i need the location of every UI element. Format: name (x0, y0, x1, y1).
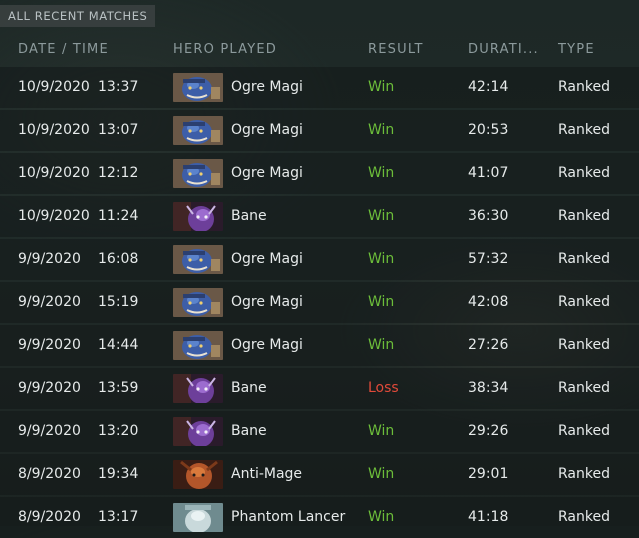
match-row[interactable]: 8/9/2020 19:34 Anti-Mage Win 29:01 Ranked (0, 454, 639, 495)
match-result: Win (368, 337, 395, 353)
match-type: Ranked (558, 509, 610, 525)
match-duration: 20:53 (468, 122, 509, 138)
match-row[interactable]: 10/9/2020 13:07 Ogre Magi Win 20:53 Ranked (0, 110, 639, 151)
match-row[interactable]: 9/9/2020 15:19 Ogre Magi Win 42:08 Ranked (0, 282, 639, 323)
match-type: Ranked (558, 208, 610, 224)
match-date: 10/9/2020 (18, 122, 90, 138)
bane-portrait-icon (173, 417, 223, 446)
match-type: Ranked (558, 423, 610, 439)
match-row[interactable]: 10/9/2020 12:12 Ogre Magi Win 41:07 Ranked (0, 153, 639, 194)
match-duration: 29:26 (468, 423, 509, 439)
match-date: 9/9/2020 (18, 294, 81, 310)
match-duration: 36:30 (468, 208, 509, 224)
match-date: 9/9/2020 (18, 423, 81, 439)
bane-portrait-icon (173, 202, 223, 231)
column-header-result[interactable]: RESULT (368, 42, 424, 57)
hero-name: Ogre Magi (231, 294, 303, 310)
hero-name: Bane (231, 380, 267, 396)
match-time: 16:08 (98, 251, 139, 267)
match-row[interactable]: 9/9/2020 13:59 Bane Loss 38:34 Ranked (0, 368, 639, 409)
hero-name: Ogre Magi (231, 251, 303, 267)
match-duration: 42:14 (468, 79, 509, 95)
match-type: Ranked (558, 337, 610, 353)
match-row[interactable]: 8/9/2020 13:17 Phantom Lancer Win 41:18 Ranke… (0, 497, 639, 538)
match-date: 10/9/2020 (18, 79, 90, 95)
column-header-duration[interactable]: DURATI... (468, 42, 539, 57)
match-result: Win (368, 79, 395, 95)
match-time: 19:34 (98, 466, 139, 482)
match-result: Win (368, 165, 395, 181)
match-row[interactable]: 9/9/2020 16:08 Ogre Magi Win 57:32 Ranked (0, 239, 639, 280)
ogre-magi-portrait-icon (173, 331, 223, 360)
match-type: Ranked (558, 165, 610, 181)
ogre-magi-portrait-icon (173, 73, 223, 102)
match-date: 9/9/2020 (18, 337, 81, 353)
match-result: Win (368, 122, 395, 138)
ogre-magi-portrait-icon (173, 245, 223, 274)
hero-name: Ogre Magi (231, 165, 303, 181)
match-time: 15:19 (98, 294, 139, 310)
match-date: 9/9/2020 (18, 380, 81, 396)
section-label: ALL RECENT MATCHES (0, 5, 156, 27)
match-duration: 42:08 (468, 294, 509, 310)
column-header-type[interactable]: TYPE (558, 42, 595, 57)
match-type: Ranked (558, 79, 610, 95)
column-header-hero[interactable]: HERO PLAYED (173, 42, 277, 57)
phantom-lancer-portrait-icon (173, 503, 223, 532)
match-result: Win (368, 294, 395, 310)
match-type: Ranked (558, 380, 610, 396)
match-date: 9/9/2020 (18, 251, 81, 267)
match-duration: 38:34 (468, 380, 509, 396)
match-duration: 41:07 (468, 165, 509, 181)
match-result: Win (368, 208, 395, 224)
hero-name: Ogre Magi (231, 79, 303, 95)
match-time: 12:12 (98, 165, 139, 181)
match-duration: 57:32 (468, 251, 509, 267)
match-result: Win (368, 251, 395, 267)
match-type: Ranked (558, 122, 610, 138)
match-time: 13:17 (98, 509, 139, 525)
ogre-magi-portrait-icon (173, 288, 223, 317)
hero-name: Ogre Magi (231, 122, 303, 138)
match-result: Loss (368, 380, 399, 396)
table-header: DATE / TIME HERO PLAYED RESULT DURATI...… (0, 38, 639, 64)
match-row[interactable]: 9/9/2020 13:20 Bane Win 29:26 Ranked (0, 411, 639, 452)
match-result: Win (368, 509, 395, 525)
ogre-magi-portrait-icon (173, 116, 223, 145)
match-time: 11:24 (98, 208, 139, 224)
hero-name: Bane (231, 208, 267, 224)
match-time: 13:59 (98, 380, 139, 396)
match-date: 8/9/2020 (18, 509, 81, 525)
match-time: 14:44 (98, 337, 139, 353)
hero-name: Ogre Magi (231, 337, 303, 353)
bane-portrait-icon (173, 374, 223, 403)
match-time: 13:37 (98, 79, 139, 95)
match-row[interactable]: 9/9/2020 14:44 Ogre Magi Win 27:26 Ranked (0, 325, 639, 366)
hero-name: Phantom Lancer (231, 509, 346, 525)
match-date: 10/9/2020 (18, 165, 90, 181)
column-header-date-time[interactable]: DATE / TIME (18, 42, 109, 57)
match-time: 13:20 (98, 423, 139, 439)
anti-mage-portrait-icon (173, 460, 223, 489)
match-duration: 27:26 (468, 337, 509, 353)
ogre-magi-portrait-icon (173, 159, 223, 188)
match-date: 8/9/2020 (18, 466, 81, 482)
match-time: 13:07 (98, 122, 139, 138)
match-type: Ranked (558, 251, 610, 267)
match-row[interactable]: 10/9/2020 13:37 Ogre Magi Win 42:14 Ranked (0, 67, 639, 108)
match-type: Ranked (558, 466, 610, 482)
match-row[interactable]: 10/9/2020 11:24 Bane Win 36:30 Ranked (0, 196, 639, 237)
hero-name: Anti-Mage (231, 466, 303, 482)
match-duration: 41:18 (468, 509, 509, 525)
hero-name: Bane (231, 423, 267, 439)
match-duration: 29:01 (468, 466, 509, 482)
match-date: 10/9/2020 (18, 208, 90, 224)
match-result: Win (368, 423, 395, 439)
match-result: Win (368, 466, 395, 482)
match-type: Ranked (558, 294, 610, 310)
